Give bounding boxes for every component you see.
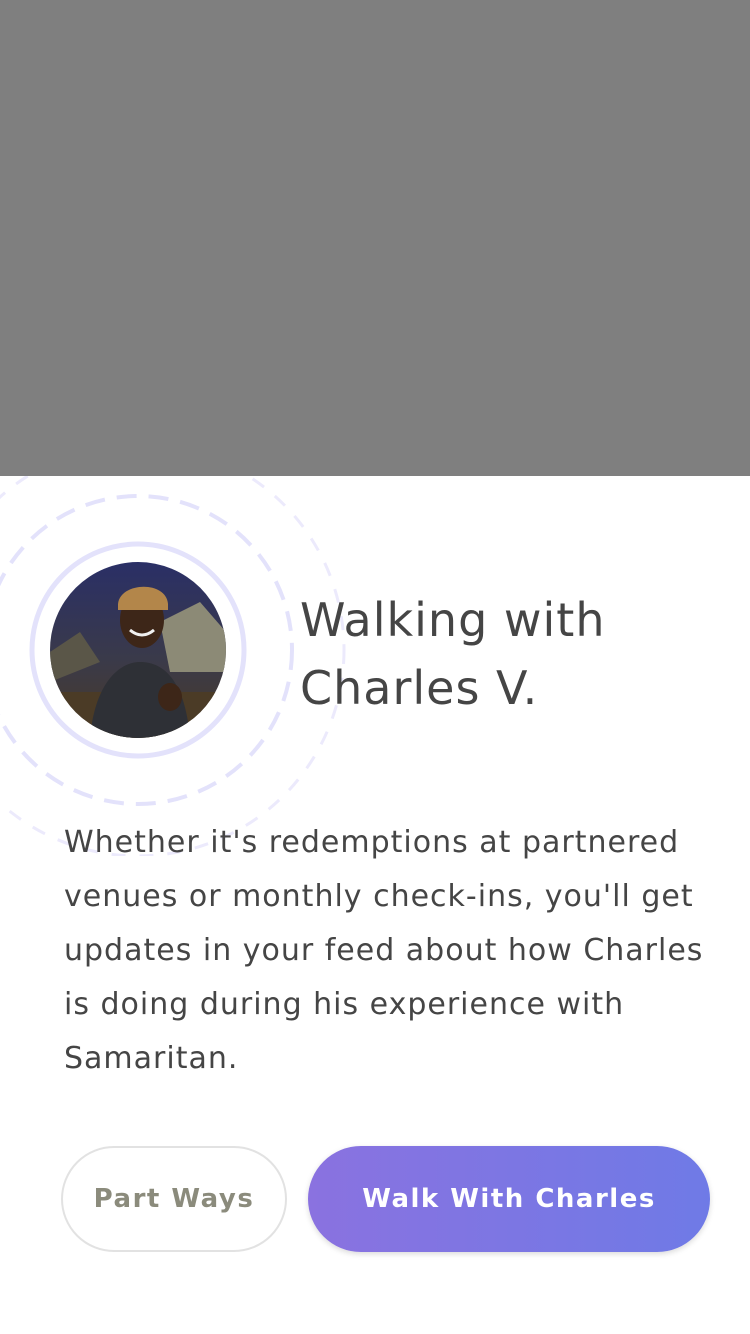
description-text: Whether it's redemptions at partnered ve…: [64, 825, 704, 1076]
page-title: Walking with Charles V.: [300, 593, 606, 715]
modal-backdrop[interactable]: [0, 0, 750, 476]
bottom-sheet: Walking with Charles V. Whether it's red…: [0, 476, 750, 1334]
avatar: [50, 562, 226, 738]
part-ways-button[interactable]: Part Ways: [61, 1146, 287, 1252]
walk-with-charles-button[interactable]: Walk With Charles: [308, 1146, 710, 1252]
